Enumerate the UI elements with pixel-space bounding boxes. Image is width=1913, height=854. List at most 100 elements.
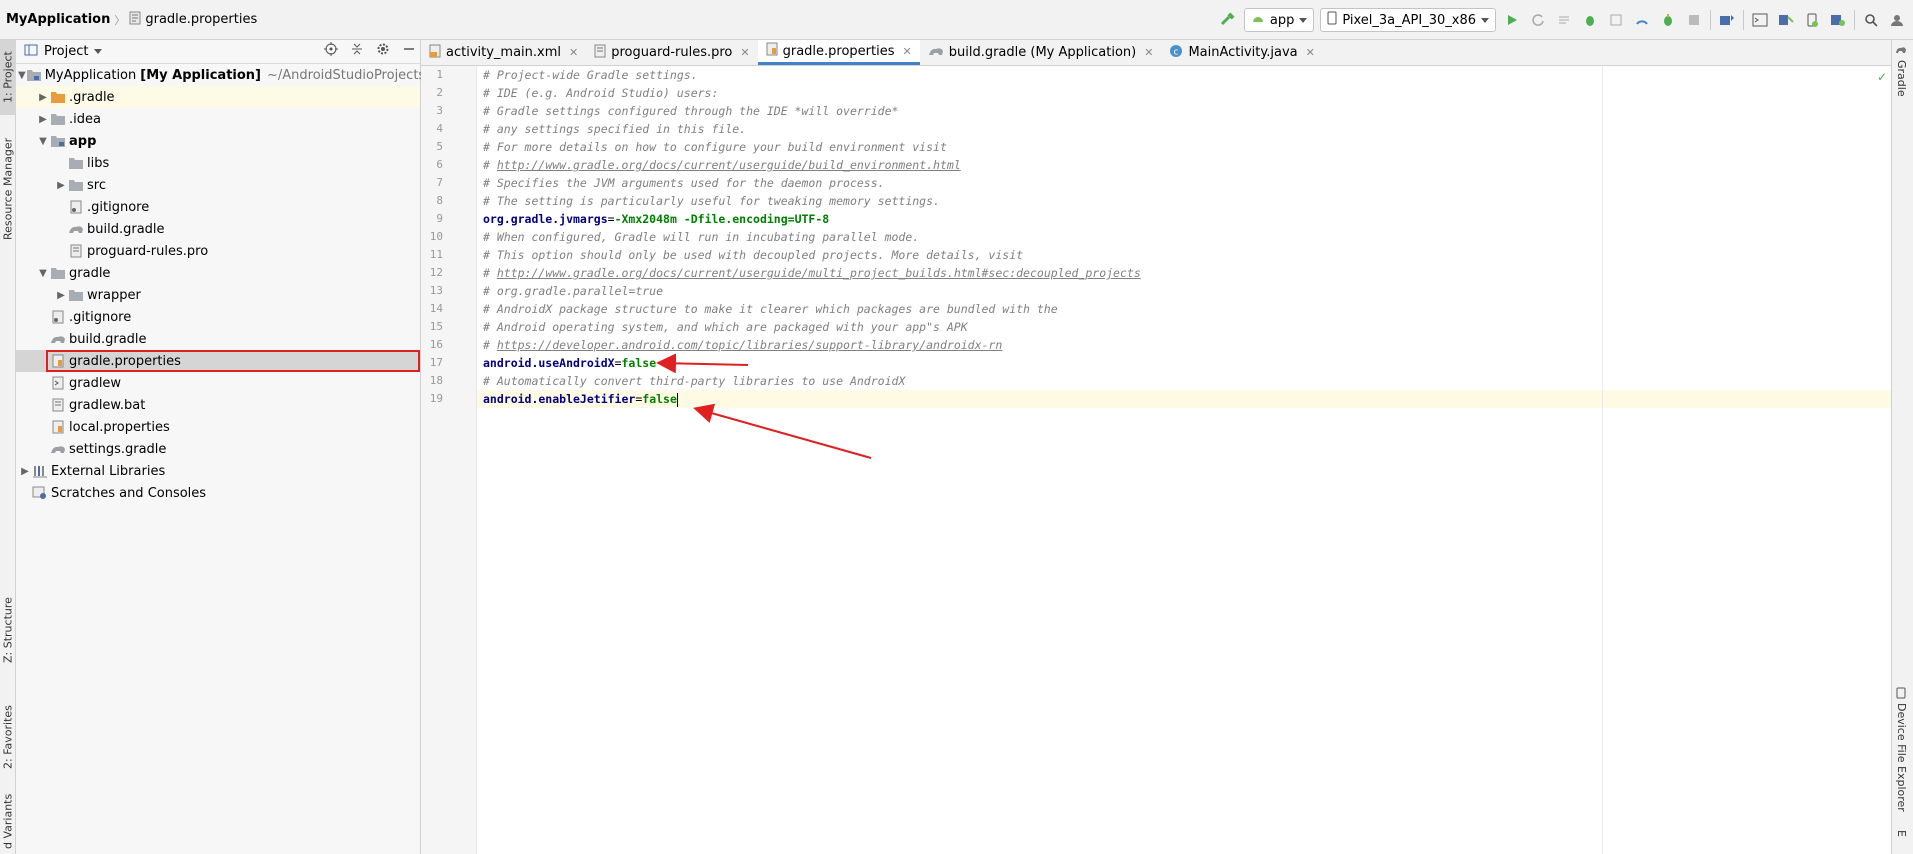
build-variants-tool-tab[interactable]: d Variants	[0, 788, 16, 854]
rerun-icon[interactable]	[1528, 10, 1548, 30]
close-icon[interactable]: ✕	[903, 45, 912, 58]
run-config-select[interactable]: app	[1243, 8, 1315, 32]
tab-activity-main-xml[interactable]: activity_main.xml ✕	[421, 40, 586, 65]
breadcrumb-file[interactable]: gradle.properties	[129, 11, 257, 29]
gear-icon[interactable]	[376, 42, 390, 60]
code-line[interactable]: # The setting is particularly useful for…	[477, 192, 1891, 210]
line-number: 3	[436, 104, 443, 117]
code-editor[interactable]: # Project-wide Gradle settings. # IDE (e…	[477, 66, 1891, 854]
chevron-right-icon[interactable]: ▶	[18, 466, 32, 477]
structure-tool-tab[interactable]: Z: Structure	[0, 595, 16, 665]
apply-changes-icon[interactable]	[1554, 10, 1574, 30]
code-line[interactable]: # org.gradle.parallel=true	[477, 282, 1891, 300]
code-line[interactable]: # Automatically convert third-party libr…	[477, 372, 1891, 390]
tab-gradle-properties[interactable]: gradle.properties ✕	[757, 40, 920, 65]
code-line[interactable]: # For more details on how to configure y…	[477, 138, 1891, 156]
code-line[interactable]: # Gradle settings configured through the…	[477, 102, 1891, 120]
device-manager-icon[interactable]	[1802, 10, 1822, 30]
tab-proguard-rules[interactable]: proguard-rules.pro ✕	[586, 40, 757, 65]
debug-icon[interactable]	[1580, 10, 1600, 30]
hide-panel-icon[interactable]	[402, 42, 416, 60]
gradle-tool-tab[interactable]: Gradle	[1895, 44, 1908, 97]
code-line[interactable]: android.useAndroidX=false	[477, 354, 1891, 372]
tree-item-libs[interactable]: libs	[16, 152, 420, 174]
code-line[interactable]: # AndroidX package structure to make it …	[477, 300, 1891, 318]
code-line[interactable]: # This option should only be used with d…	[477, 246, 1891, 264]
resource-manager-tool-tab[interactable]: Resource Manager	[0, 130, 16, 248]
comment-link[interactable]: http://www.gradle.org/docs/current/userg…	[497, 266, 1141, 280]
code-line[interactable]: # any settings specified in this file.	[477, 120, 1891, 138]
tree-item-local-properties[interactable]: local.properties	[16, 416, 420, 438]
tree-item-dot-gradle[interactable]: ▶ .gradle	[16, 86, 420, 108]
coverage-icon[interactable]	[1606, 10, 1626, 30]
tree-item-settings-gradle[interactable]: settings.gradle	[16, 438, 420, 460]
tree-item-app-build-gradle[interactable]: build.gradle	[16, 218, 420, 240]
tree-item-src[interactable]: ▶ src	[16, 174, 420, 196]
collapse-all-icon[interactable]	[350, 42, 364, 60]
run-icon[interactable]	[1502, 10, 1522, 30]
avd-manager-icon[interactable]	[1776, 10, 1796, 30]
tab-main-activity-java[interactable]: c MainActivity.java ✕	[1161, 40, 1322, 65]
code-line[interactable]: org.gradle.jvmargs=-Xmx2048m -Dfile.enco…	[477, 210, 1891, 228]
gradle-file-icon	[50, 331, 66, 347]
chevron-right-icon[interactable]: ▶	[54, 290, 68, 301]
code-line[interactable]: # Project-wide Gradle settings.	[477, 66, 1891, 84]
stop-icon[interactable]	[1684, 10, 1704, 30]
comment-text: # any settings specified in this file.	[483, 122, 747, 136]
tree-item-external-libraries[interactable]: ▶ External Libraries	[16, 460, 420, 482]
close-icon[interactable]: ✕	[569, 46, 578, 59]
tree-item-gradlew[interactable]: gradlew	[16, 372, 420, 394]
chevron-right-icon[interactable]: ▶	[36, 114, 50, 125]
locate-file-icon[interactable]	[324, 42, 338, 60]
tree-item-gradle-folder[interactable]: ▼ gradle	[16, 262, 420, 284]
sdk-manager-icon[interactable]	[1828, 10, 1848, 30]
tree-item-myapplication[interactable]: ▼ MyApplication [My Application] ~/Andro…	[16, 64, 448, 86]
line-number: 12	[429, 266, 443, 279]
hammer-build-icon[interactable]	[1218, 10, 1238, 30]
terminal-icon[interactable]	[1750, 10, 1770, 30]
code-line[interactable]: # When configured, Gradle will run in in…	[477, 228, 1891, 246]
chevron-right-icon[interactable]: ▶	[54, 180, 68, 191]
breadcrumb-project[interactable]: MyApplication	[6, 12, 110, 27]
tab-build-gradle[interactable]: build.gradle (My Application) ✕	[920, 40, 1162, 65]
user-icon[interactable]	[1887, 10, 1907, 30]
project-view-select[interactable]: Project	[44, 44, 88, 59]
attach-debugger-icon[interactable]	[1658, 10, 1678, 30]
chevron-down-icon[interactable]	[94, 49, 103, 54]
tree-item-gradlew-bat[interactable]: gradlew.bat	[16, 394, 420, 416]
tree-item-root-gitignore[interactable]: .gitignore	[16, 306, 420, 328]
project-tool-tab[interactable]: 1: Project	[0, 40, 16, 115]
code-line[interactable]: # Android operating system, and which ar…	[477, 318, 1891, 336]
comment-link[interactable]: http://www.gradle.org/docs/current/userg…	[497, 158, 961, 172]
code-line[interactable]: # http://www.gradle.org/docs/current/use…	[477, 156, 1891, 174]
close-icon[interactable]: ✕	[740, 46, 749, 59]
code-line[interactable]: # IDE (e.g. Android Studio) users:	[477, 84, 1891, 102]
chevron-right-icon[interactable]: ▶	[36, 92, 50, 103]
tree-item-idea[interactable]: ▶ .idea	[16, 108, 420, 130]
tree-item-scratches-consoles[interactable]: Scratches and Consoles	[16, 482, 420, 504]
chevron-down-icon[interactable]: ▼	[36, 136, 50, 147]
line-number: 4	[436, 122, 443, 135]
equals-sign: =	[607, 212, 615, 226]
device-select[interactable]: Pixel_3a_API_30_x86	[1320, 8, 1496, 32]
device-file-explorer-tool-tab[interactable]: Device File Explorer	[1895, 687, 1908, 812]
chevron-down-icon[interactable]: ▼	[18, 70, 26, 81]
tree-item-wrapper[interactable]: ▶ wrapper	[16, 284, 420, 306]
code-line-current[interactable]: android.enableJetifier=false	[477, 390, 1891, 408]
code-line[interactable]: # Specifies the JVM arguments used for t…	[477, 174, 1891, 192]
profiler-icon[interactable]	[1632, 10, 1652, 30]
favorites-tool-tab[interactable]: 2: Favorites	[0, 700, 16, 775]
code-line[interactable]: # https://developer.android.com/topic/li…	[477, 336, 1891, 354]
close-icon[interactable]: ✕	[1144, 46, 1153, 59]
tree-item-app-gitignore[interactable]: .gitignore	[16, 196, 420, 218]
close-icon[interactable]: ✕	[1306, 46, 1315, 59]
code-line[interactable]: # http://www.gradle.org/docs/current/use…	[477, 264, 1891, 282]
tree-item-app[interactable]: ▼ app	[16, 130, 420, 152]
chevron-down-icon[interactable]: ▼	[36, 268, 50, 279]
tree-item-proguard-rules[interactable]: proguard-rules.pro	[16, 240, 420, 262]
search-icon[interactable]	[1861, 10, 1881, 30]
sync-project-icon[interactable]	[1717, 10, 1737, 30]
tree-item-root-build-gradle[interactable]: build.gradle	[16, 328, 420, 350]
bottom-right-tool-tab[interactable]: E	[1895, 830, 1908, 837]
comment-link[interactable]: https://developer.android.com/topic/libr…	[497, 338, 1002, 352]
